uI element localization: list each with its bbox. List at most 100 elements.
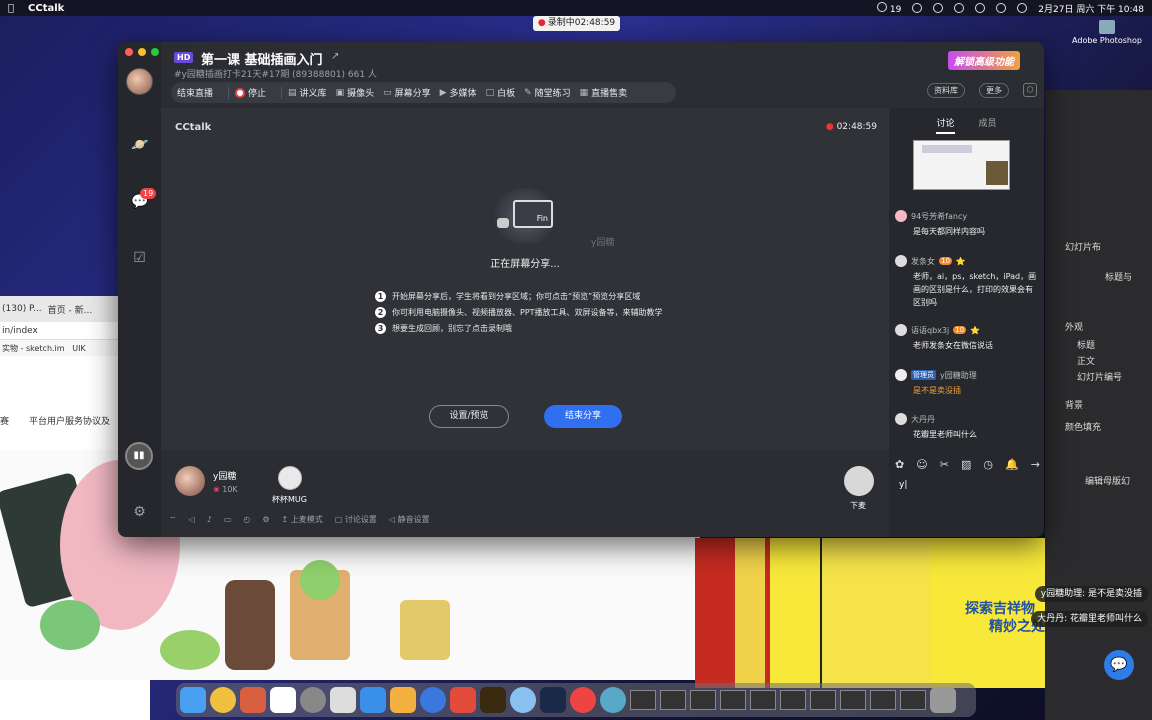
illustrator-icon[interactable] (480, 687, 506, 713)
minimized-window[interactable] (810, 690, 836, 710)
screen-thumbnail[interactable] (913, 140, 1010, 190)
minimized-window[interactable] (870, 690, 896, 710)
guest-avatar[interactable] (278, 466, 302, 490)
photoshop-icon[interactable] (540, 687, 566, 713)
emoji-icon[interactable]: ☺ (916, 458, 927, 471)
avatar[interactable] (895, 369, 907, 381)
mute-settings-button[interactable]: ◁ 静音设置 (389, 514, 430, 525)
minimized-window[interactable] (750, 690, 776, 710)
chat-bubble-button[interactable]: 💬 (1104, 650, 1134, 680)
mic-icon[interactable]: ♪ (207, 515, 212, 524)
browser-tab[interactable]: 首页 - 新... (48, 303, 93, 316)
toolbar-quiz[interactable]: ✎ 随堂练习 (524, 86, 571, 100)
minimized-window[interactable] (630, 690, 656, 710)
speaker-icon[interactable]: ◁ (189, 515, 195, 524)
close-window-button[interactable] (125, 48, 133, 56)
menubar-app-name[interactable]: CCtalk (28, 3, 64, 14)
notification-pill[interactable]: y园糖助理: 是不是卖没插 (1034, 586, 1148, 602)
apple-icon[interactable]:  (8, 3, 14, 14)
avatar[interactable] (895, 255, 907, 267)
scissors-icon[interactable]: ✂ (940, 458, 949, 471)
chrome-icon[interactable] (210, 687, 236, 713)
screen-icon[interactable]: ▭ (224, 515, 232, 524)
status-icon[interactable] (954, 3, 965, 13)
xmind-icon[interactable] (450, 687, 476, 713)
bluetooth-icon[interactable] (975, 3, 986, 13)
trash-icon[interactable] (930, 687, 956, 713)
system-preferences-icon[interactable] (300, 687, 326, 713)
chat-input[interactable]: y| (899, 480, 1034, 530)
keynote-icon[interactable] (330, 687, 356, 713)
planet-icon[interactable]: 🪐 (131, 137, 148, 154)
calendar-icon[interactable] (270, 687, 296, 713)
launchpad-icon[interactable] (240, 687, 266, 713)
external-link-icon[interactable]: ↗ (331, 51, 339, 62)
settings-icon[interactable]: ⚙ (262, 515, 269, 524)
toolbar-screen-share[interactable]: ▭ 屏幕分享 (383, 86, 431, 100)
settings-preview-button[interactable]: 设置/预览 (429, 405, 509, 428)
host-avatar[interactable] (175, 466, 205, 496)
end-live-button[interactable]: 结束直播 (177, 86, 213, 99)
desktop-icon-photoshop[interactable]: Adobe Photoshop (1072, 20, 1142, 45)
avatar[interactable] (895, 210, 907, 222)
minimized-window[interactable] (780, 690, 806, 710)
toolbar-whiteboard[interactable]: □ 白板 (486, 86, 516, 100)
toolbar-live-sales[interactable]: ▦ 直播售卖 (580, 86, 628, 100)
image-icon[interactable]: ▨ (961, 458, 971, 471)
timer-icon[interactable]: ◴ (243, 515, 250, 524)
minimized-window[interactable] (840, 690, 866, 710)
minimized-window[interactable] (690, 690, 716, 710)
stop-button[interactable]: 停止 (235, 86, 266, 99)
status-icon[interactable] (912, 3, 923, 13)
tab-discussion[interactable]: 讨论 (936, 116, 955, 134)
cctalk-icon[interactable] (420, 687, 446, 713)
discussion-settings-button[interactable]: ▢ 讨论设置 (335, 514, 377, 525)
bell-icon[interactable]: 🔔 (1005, 458, 1019, 471)
signal-icon[interactable]: ⌔ (169, 515, 177, 525)
bookmark[interactable]: UIK (72, 344, 85, 353)
screen-recorder-icon[interactable] (570, 687, 596, 713)
upgrade-button[interactable]: 解锁高级功能 (948, 51, 1020, 70)
avatar[interactable] (895, 413, 907, 425)
toolbar-handouts[interactable]: ▤ 讲义库 (288, 86, 327, 100)
page-link[interactable]: 平台用户服务协议及 (29, 417, 110, 427)
avatar[interactable] (895, 324, 907, 336)
sketch-icon[interactable] (390, 687, 416, 713)
wifi-icon[interactable] (996, 3, 1007, 13)
end-share-button[interactable]: 结束分享 (544, 405, 622, 428)
clock-icon[interactable]: ◷ (983, 458, 993, 471)
library-button[interactable]: 资料库 (927, 83, 965, 98)
cctalk-tray-icon[interactable]: 19 (876, 1, 901, 15)
bookmark[interactable]: 实物 - sketch.im (2, 344, 65, 353)
send-arrow-icon[interactable]: → (1031, 458, 1040, 471)
page-link[interactable]: 赛 (0, 417, 9, 427)
recording-indicator[interactable]: ● 录制中02:48:59 (533, 16, 620, 31)
minimized-window[interactable] (900, 690, 926, 710)
mic-mode-button[interactable]: ↥ 上麦模式 (282, 514, 323, 525)
finder-icon[interactable] (180, 687, 206, 713)
app-store-icon[interactable] (360, 687, 386, 713)
toolbar-media[interactable]: ▶ 多媒体 (440, 86, 477, 100)
user-avatar[interactable] (126, 68, 153, 95)
live-room-icon[interactable]: ▮▮ (125, 442, 153, 470)
zoom-window-button[interactable] (151, 48, 159, 56)
status-icon[interactable] (933, 3, 944, 13)
search-icon[interactable] (1017, 3, 1028, 13)
toolbar-camera[interactable]: ▣ 摄像头 (336, 86, 375, 100)
calendar-check-icon[interactable]: ☑ (131, 250, 148, 267)
quicktime-icon[interactable] (600, 687, 626, 713)
stage-down-label[interactable]: 下麦 (850, 500, 866, 511)
minimized-window[interactable] (720, 690, 746, 710)
tab-members[interactable]: 成员 (979, 116, 997, 134)
hexagon-settings-icon[interactable]: ⬡ (1023, 83, 1037, 97)
minimized-window[interactable] (660, 690, 686, 710)
browser-tab[interactable]: (130) P... (2, 304, 42, 314)
flower-icon[interactable]: ✿ (895, 458, 904, 471)
settings-icon[interactable]: ⚙ (131, 504, 148, 521)
notification-pill[interactable]: 大丹丹: 花瓣里老师叫什么 (1031, 611, 1148, 627)
photos-icon[interactable] (510, 687, 536, 713)
menubar-clock[interactable]: 2月27日 周六 下午 10:48 (1038, 2, 1144, 15)
minimize-window-button[interactable] (138, 48, 146, 56)
more-button[interactable]: 更多 (979, 83, 1009, 98)
stage-down-avatar[interactable] (844, 466, 874, 496)
